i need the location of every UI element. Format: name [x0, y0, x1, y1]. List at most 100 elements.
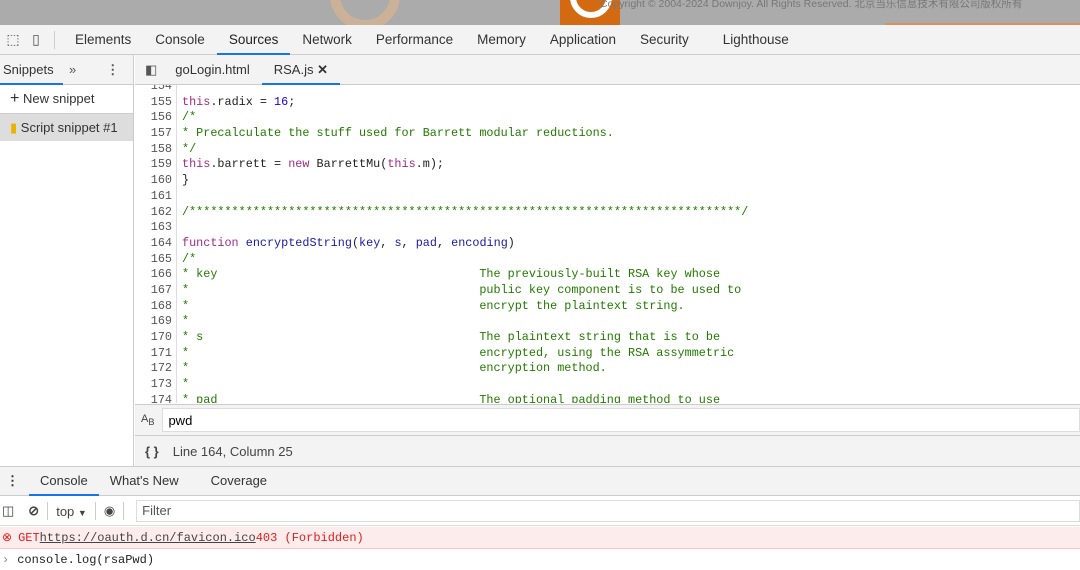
navigator-panel: Snippets » ⋮ + New snippet ▮ Script snip… [0, 55, 134, 466]
code-token: .radix = [210, 94, 275, 109]
line-content: * encrypt the plaintext string. [177, 299, 685, 315]
page-logo-shape [330, 0, 400, 25]
code-line: 160} [135, 173, 1080, 189]
code-line: 161 [135, 188, 1080, 205]
code-token: .barrett = [210, 157, 289, 172]
code-token: function [182, 235, 239, 250]
error-icon: ⊗ [2, 531, 13, 545]
context-selector[interactable]: top ▼ [56, 504, 87, 519]
code-token: this [182, 157, 211, 172]
sidebar-toggle-icon[interactable]: ◫ [2, 503, 14, 519]
line-number[interactable]: 162 [135, 204, 177, 221]
line-number[interactable]: 171 [135, 345, 177, 362]
editor-tabs: ◧ goLogin.html RSA.js ✕ [135, 55, 1080, 85]
tab-elements[interactable]: Elements [63, 25, 143, 55]
line-content: * key The previously-built RSA key whose [177, 267, 720, 283]
device-toolbar-icon[interactable]: ▯ [26, 30, 46, 50]
code-line: 157 * Precalculate the stuff used for Bar… [135, 126, 1080, 142]
line-number[interactable]: 164 [135, 235, 177, 252]
line-number[interactable]: 172 [135, 361, 177, 378]
line-number[interactable]: 166 [135, 267, 177, 283]
drawer-tab-coverage[interactable]: Coverage [200, 466, 278, 496]
code-token: } [182, 173, 190, 188]
line-content: /* [177, 110, 196, 126]
match-case-icon[interactable]: AB [141, 413, 154, 427]
tab-performance[interactable]: Performance [364, 25, 465, 55]
drawer-menu-icon[interactable]: ⋮ [6, 473, 19, 489]
code-token: /* [182, 110, 197, 125]
search-input[interactable] [162, 408, 1080, 432]
tab-security[interactable]: Security [628, 25, 701, 55]
line-number[interactable]: 163 [135, 220, 177, 236]
line-content: * encrypted, using the RSA assymmetric [177, 346, 734, 362]
snippet-item[interactable]: ▮ Script snippet #1 [0, 113, 133, 141]
line-content: * Precalculate the stuff used for Barret… [177, 126, 614, 142]
toggle-navigator-icon[interactable]: ◧ [145, 62, 157, 78]
code-token: this [387, 157, 416, 172]
error-status: 403 (Forbidden) [255, 530, 364, 545]
code-line: 168 * encrypt the plaintext string. [135, 298, 1080, 315]
code-line: 172 * encryption method. [135, 361, 1080, 378]
line-number[interactable]: 174 [135, 392, 177, 403]
devtools-main-tabs: ⬚ ▯ Elements Console Sources Network Per… [0, 25, 1080, 55]
line-number[interactable]: 168 [135, 298, 177, 315]
line-content: } [177, 173, 189, 189]
console-command[interactable]: › console.log(rsaPwd) [0, 550, 1080, 570]
drawer-tab-console[interactable]: Console [29, 466, 99, 496]
drawer-tab-whats-new[interactable]: What's New [99, 466, 190, 496]
tab-snippets[interactable]: Snippets [0, 55, 63, 85]
clear-console-icon[interactable]: ⊘ [28, 503, 39, 519]
line-number[interactable]: 170 [135, 330, 177, 346]
tab-lighthouse[interactable]: Lighthouse [711, 25, 801, 55]
new-snippet-button[interactable]: + New snippet [0, 85, 133, 113]
more-tabs-icon[interactable]: » [69, 62, 76, 77]
kebab-menu-icon[interactable]: ⋮ [106, 62, 119, 78]
line-content: * [177, 314, 189, 330]
eye-icon[interactable]: ◉ [104, 503, 115, 519]
line-content: * public key component is to be used to [177, 283, 741, 299]
code-token: key [359, 235, 381, 250]
pretty-print-icon[interactable]: { } [145, 444, 159, 459]
code-line: 165 /* [135, 251, 1080, 268]
tab-sources[interactable]: Sources [216, 25, 291, 55]
code-line: 167 * public key component is to be used … [135, 282, 1080, 299]
line-number[interactable]: 165 [135, 251, 177, 268]
line-number[interactable]: 169 [135, 314, 177, 330]
code-token: new [288, 157, 310, 172]
code-editor[interactable]: 154 155 this.radix = 16; 156/* 157 * Precalcu… [135, 85, 1080, 403]
search-bar: AB [135, 404, 1080, 436]
tab-memory[interactable]: Memory [465, 25, 538, 55]
tab-application[interactable]: Application [538, 25, 628, 55]
line-number[interactable]: 155 [135, 94, 177, 111]
line-number[interactable]: 154 [135, 85, 177, 95]
code-token: ) [507, 235, 515, 250]
line-number[interactable]: 157 [135, 126, 177, 142]
line-number[interactable]: 161 [135, 188, 177, 205]
status-bar: { } Line 164, Column 25 [135, 436, 1080, 466]
file-tab-gologin[interactable]: goLogin.html [163, 55, 261, 85]
new-snippet-label: New snippet [22, 91, 95, 106]
line-content: */ [177, 142, 196, 158]
filter-input[interactable]: Filter [136, 500, 1080, 522]
inspect-element-icon[interactable]: ⬚ [3, 30, 23, 50]
close-icon[interactable]: ✕ [317, 62, 328, 77]
line-number[interactable]: 159 [135, 157, 177, 174]
line-content: this.barrett = new BarrettMu(this.m); [177, 157, 444, 173]
tab-network[interactable]: Network [290, 25, 364, 55]
line-number[interactable]: 173 [135, 377, 177, 393]
file-tab-rsa[interactable]: RSA.js ✕ [261, 55, 341, 85]
line-content: /***************************************… [177, 205, 748, 221]
line-number[interactable]: 167 [135, 282, 177, 299]
code-token: * encrypt the plaintext string. [182, 298, 685, 313]
dropdown-icon: ▼ [77, 507, 87, 518]
line-number[interactable]: 160 [135, 173, 177, 189]
code-token: * pad The optional padding method to use [182, 392, 721, 403]
line-number[interactable]: 156 [135, 110, 177, 127]
error-url-link[interactable]: https://oauth.d.cn/favicon.ico [40, 531, 256, 545]
line-number[interactable]: 158 [135, 141, 177, 158]
code-token: , [436, 235, 452, 250]
code-line: 170 * s The plaintext string that is to b… [135, 330, 1080, 346]
code-token: /***************************************… [182, 204, 749, 219]
tab-console[interactable]: Console [143, 25, 217, 55]
